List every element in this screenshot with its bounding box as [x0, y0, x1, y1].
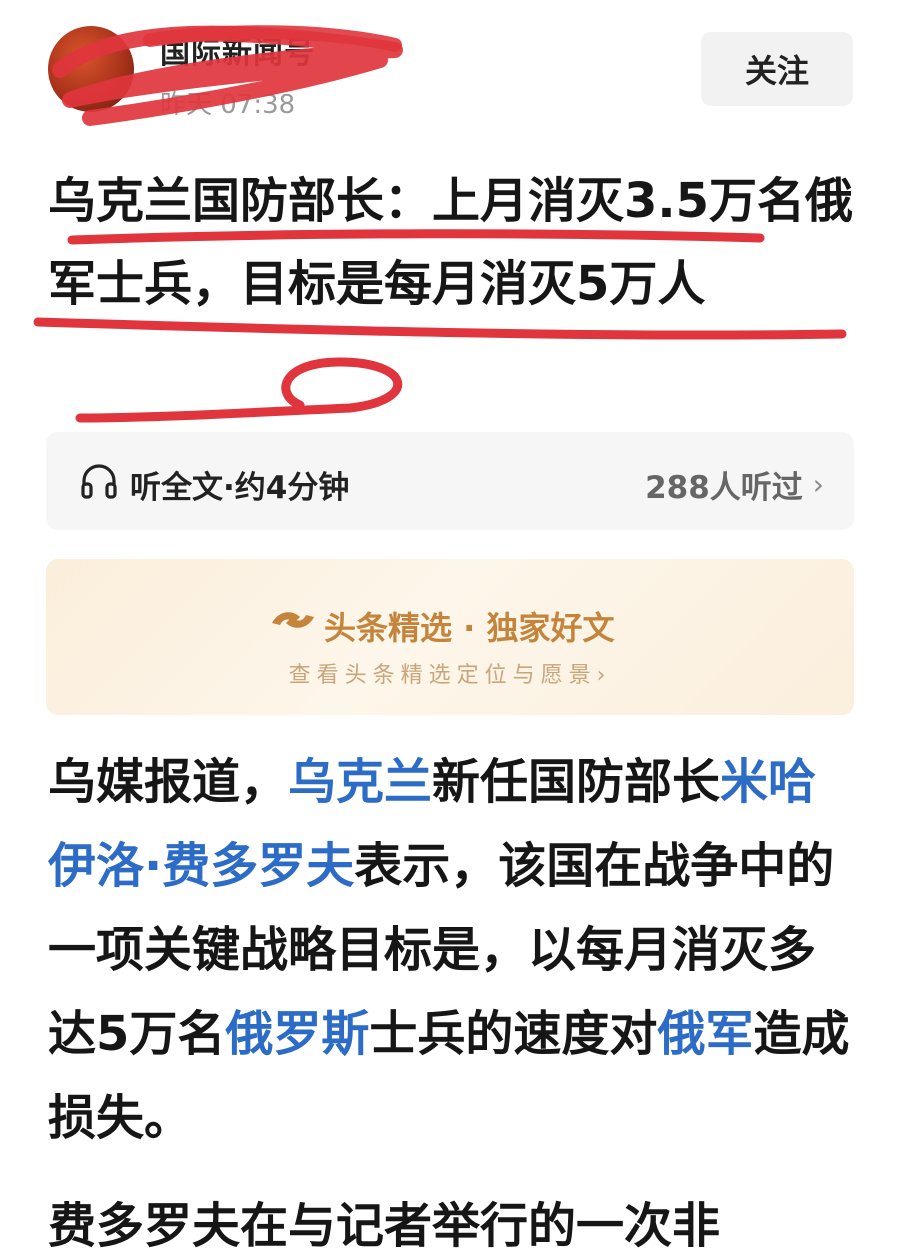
author-avatar[interactable] [48, 26, 134, 112]
listeners-count[interactable]: 288人听过 › [645, 462, 824, 507]
toutiao-featured-logo-icon [272, 612, 314, 628]
follow-button[interactable]: 关注 [701, 32, 853, 106]
entity-link-russia[interactable]: 俄罗斯 [225, 1006, 369, 1062]
promo-title: 头条精选 · 独家好文 [324, 609, 615, 647]
entity-link-russian-army[interactable]: 俄军 [657, 1006, 753, 1062]
author-name[interactable]: 国际新闻号 [160, 28, 315, 72]
promo-subtitle[interactable]: 查看头条精选定位与愿景› [46, 657, 854, 689]
headphones-icon [81, 464, 117, 499]
toutiao-featured-banner[interactable]: 头条精选 · 独家好文 查看头条精选定位与愿景› [46, 559, 854, 715]
listen-label: 听全文·约4分钟 [130, 470, 350, 506]
article-paragraph: 乌媒报道，乌克兰新任国防部长米哈伊洛·费多罗夫表示，该国在战争中的一项关键战略目… [48, 754, 850, 1146]
entity-link-ukraine[interactable]: 乌克兰 [288, 754, 432, 810]
post-time: 昨天 07:38 [160, 90, 296, 120]
article-header: 国际新闻号 昨天 07:38 关注 [0, 0, 900, 140]
chevron-right-icon: › [812, 468, 824, 501]
article-title: 乌克兰国防部长：上月消灭3.5万名俄军士兵，目标是每月消灭5万人 [48, 173, 854, 312]
listeners-label: 288人听过 [645, 470, 803, 506]
listen-full-text-bar[interactable]: 听全文·约4分钟 288人听过 › [46, 432, 854, 530]
article-paragraph-cutoff: 费多罗夫在与记者举行的一次非 [48, 1198, 721, 1254]
